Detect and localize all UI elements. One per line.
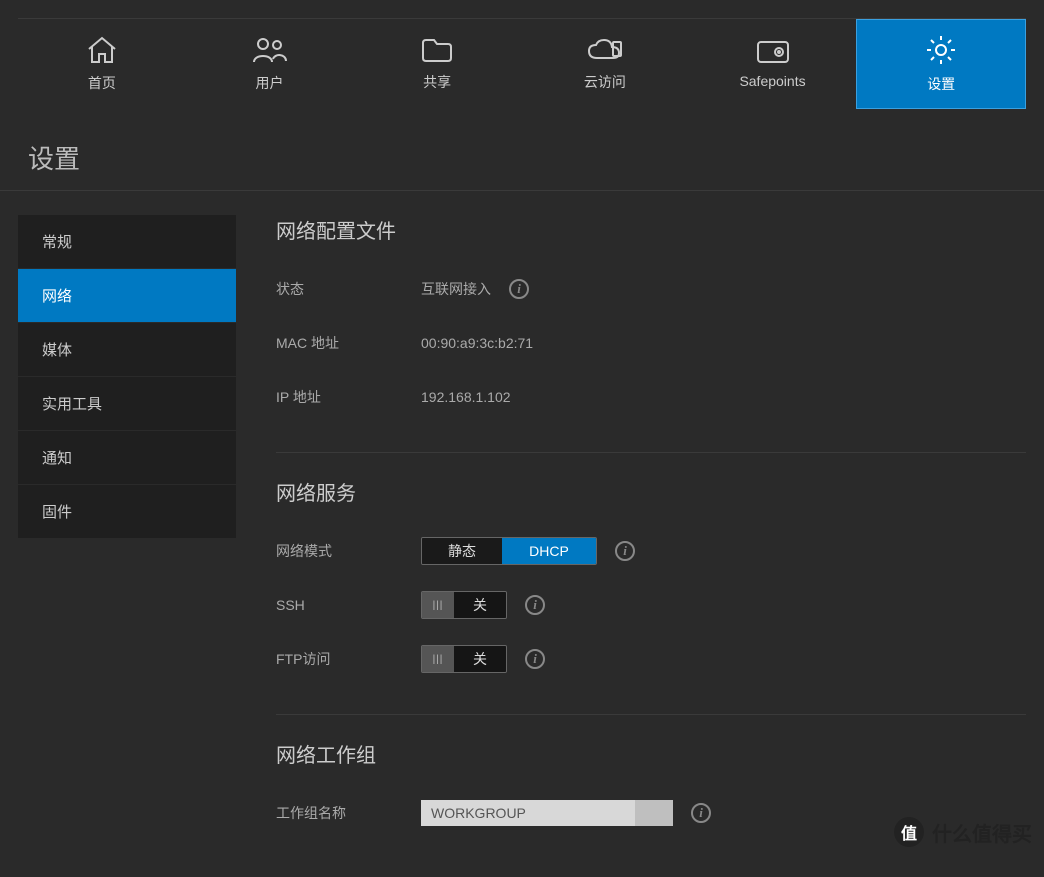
watermark-badge: 值 xyxy=(894,817,924,847)
workgroup-name-input[interactable] xyxy=(421,800,635,826)
nav-label: Safepoints xyxy=(739,73,805,89)
top-nav: 首页 用户 共享 云访问 Safepoints 设置 xyxy=(18,18,1026,109)
info-icon[interactable]: i xyxy=(525,595,545,615)
sidebar-item-notifications[interactable]: 通知 xyxy=(18,431,236,485)
mac-value: 00:90:a9:3c:b2:71 xyxy=(421,335,533,351)
nav-home[interactable]: 首页 xyxy=(18,19,186,109)
cloud-icon xyxy=(585,36,625,64)
watermark-text: 什么值得买 xyxy=(932,818,1032,847)
info-icon[interactable]: i xyxy=(615,541,635,561)
row-ip: IP 地址 192.168.1.102 xyxy=(276,370,1026,424)
ftp-label: FTP访问 xyxy=(276,649,421,669)
sidebar-item-general[interactable]: 常规 xyxy=(18,215,236,269)
safepoint-icon xyxy=(755,39,791,65)
ip-label: IP 地址 xyxy=(276,387,421,407)
ssh-toggle[interactable]: 关 xyxy=(421,591,507,619)
network-mode-toggle[interactable]: 静态 DHCP xyxy=(421,537,597,565)
sidebar-item-firmware[interactable]: 固件 xyxy=(18,485,236,539)
sidebar-item-media[interactable]: 媒体 xyxy=(18,323,236,377)
info-icon[interactable]: i xyxy=(691,803,711,823)
ftp-state: 关 xyxy=(454,646,506,672)
gear-icon xyxy=(925,34,957,66)
workgroup-name-label: 工作组名称 xyxy=(276,803,421,823)
sidebar-item-utilities[interactable]: 实用工具 xyxy=(18,377,236,431)
ssh-state: 关 xyxy=(454,592,506,618)
settings-sidebar: 常规 网络 媒体 实用工具 通知 固件 xyxy=(18,215,236,840)
users-icon xyxy=(251,35,289,65)
nav-share[interactable]: 共享 xyxy=(353,19,521,109)
nav-label: 用户 xyxy=(256,73,284,93)
main-panel: 网络配置文件 状态 互联网接入 i MAC 地址 00:90:a9:3c:b2:… xyxy=(276,215,1026,840)
sidebar-item-network[interactable]: 网络 xyxy=(18,269,236,323)
ssh-label: SSH xyxy=(276,597,421,613)
nav-label: 设置 xyxy=(927,74,955,94)
toggle-handle-icon xyxy=(422,592,454,618)
nav-label: 共享 xyxy=(423,72,451,92)
section-title-profile: 网络配置文件 xyxy=(276,215,1026,244)
row-ftp: FTP访问 关 i xyxy=(276,632,1026,686)
row-ssh: SSH 关 i xyxy=(276,578,1026,632)
sidebar-item-label: 媒体 xyxy=(42,339,72,360)
status-label: 状态 xyxy=(276,279,421,299)
sidebar-item-label: 实用工具 xyxy=(42,393,102,414)
section-title-services: 网络服务 xyxy=(276,477,1026,506)
page-title: 设置 xyxy=(28,139,1044,176)
home-icon xyxy=(85,35,119,65)
ip-value: 192.168.1.102 xyxy=(421,389,511,405)
mode-label: 网络模式 xyxy=(276,541,421,561)
mode-static-option[interactable]: 静态 xyxy=(422,538,502,564)
mode-dhcp-option[interactable]: DHCP xyxy=(502,538,596,564)
ftp-toggle[interactable]: 关 xyxy=(421,645,507,673)
sidebar-item-label: 网络 xyxy=(42,285,72,306)
status-value: 互联网接入 xyxy=(421,279,491,299)
nav-label: 云访问 xyxy=(584,72,626,92)
info-icon[interactable]: i xyxy=(525,649,545,669)
mac-label: MAC 地址 xyxy=(276,333,421,353)
nav-users[interactable]: 用户 xyxy=(186,19,354,109)
row-network-mode: 网络模式 静态 DHCP i xyxy=(276,524,1026,578)
info-icon[interactable]: i xyxy=(509,279,529,299)
nav-settings[interactable]: 设置 xyxy=(856,19,1026,109)
nav-label: 首页 xyxy=(88,73,116,93)
sidebar-item-label: 通知 xyxy=(42,447,72,468)
watermark: 值 什么值得买 xyxy=(894,817,1032,847)
nav-safepoints[interactable]: Safepoints xyxy=(689,19,857,109)
toggle-handle-icon xyxy=(422,646,454,672)
row-mac: MAC 地址 00:90:a9:3c:b2:71 xyxy=(276,316,1026,370)
sidebar-item-label: 固件 xyxy=(42,501,72,522)
row-status: 状态 互联网接入 i xyxy=(276,262,1026,316)
workgroup-name-confirm-button[interactable] xyxy=(635,800,673,826)
nav-cloud[interactable]: 云访问 xyxy=(521,19,689,109)
section-title-workgroup: 网络工作组 xyxy=(276,739,1026,768)
folder-icon xyxy=(420,36,454,64)
sidebar-item-label: 常规 xyxy=(42,231,72,252)
